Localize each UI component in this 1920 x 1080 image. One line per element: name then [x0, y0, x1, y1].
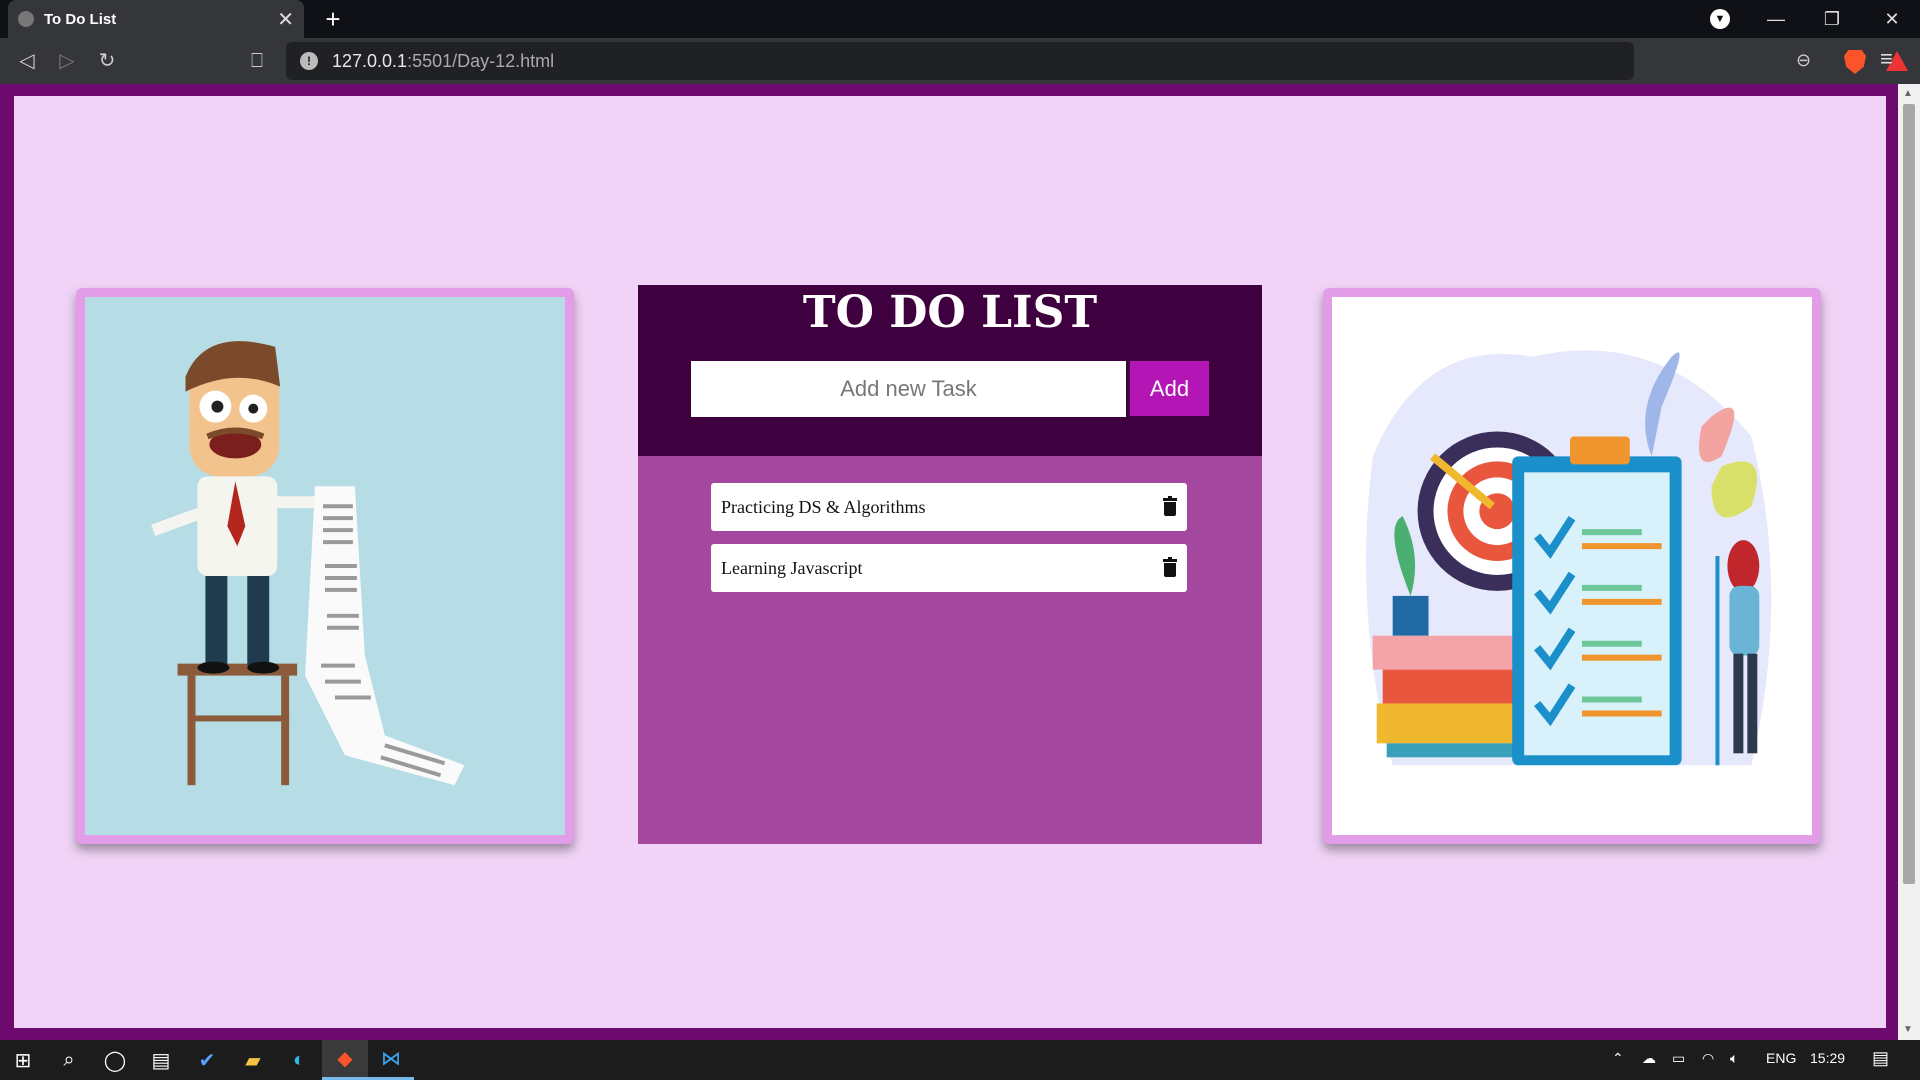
scroll-up-icon[interactable]: ▲: [1903, 88, 1913, 99]
browser-menu-icon[interactable]: ≡: [1880, 46, 1893, 72]
trash-icon[interactable]: [1163, 496, 1177, 516]
search-icon[interactable]: ⌕: [46, 1040, 92, 1080]
right-illustration-frame: [1323, 288, 1821, 844]
page-title: TO DO LIST: [802, 287, 1098, 338]
wifi-icon[interactable]: ◠: [1702, 1050, 1714, 1067]
new-tab-button[interactable]: +: [318, 4, 348, 34]
scrollbar-thumb[interactable]: [1903, 104, 1915, 884]
tab-title: To Do List: [44, 10, 117, 28]
tray-chevron-icon[interactable]: ⌃: [1612, 1050, 1624, 1067]
todo-header: TO DO LIST Add: [638, 285, 1262, 456]
checklist-illustration: [1332, 297, 1812, 835]
clock[interactable]: 15:29: [1810, 1050, 1845, 1066]
browser-tab[interactable]: To Do List ✕: [8, 0, 304, 38]
page-body: TO DO LIST Add Practicing DS & Algorithm…: [14, 96, 1886, 1028]
browser-tab-bar: To Do List ✕ + ▼ — ❐ ✕: [0, 0, 1920, 38]
tab-search-icon[interactable]: ▼: [1710, 9, 1730, 29]
address-bar[interactable]: ! 127.0.0.1:5501/Day-12.html ⊖: [286, 42, 1908, 80]
brave-shields-icon[interactable]: [1844, 50, 1866, 74]
windows-taskbar: ⊞ ⌕ ◯ ▤ ✔ ▰ ◐ ◆ ⋈ ⌃ ☁ ▭ ◠ 🔈︎ ENG 15:29 ▤: [0, 1040, 1920, 1080]
start-icon[interactable]: ⊞: [0, 1040, 46, 1080]
url-host: 127.0.0.1: [332, 50, 408, 71]
minimize-icon[interactable]: —: [1748, 0, 1804, 38]
url-path: :5501/Day-12.html: [407, 50, 555, 71]
reload-icon[interactable]: ↻: [92, 46, 122, 76]
battery-icon[interactable]: ▭: [1672, 1050, 1685, 1067]
file-explorer-icon[interactable]: ▰: [230, 1040, 276, 1080]
task-view-icon[interactable]: ▤: [138, 1040, 184, 1080]
back-icon[interactable]: ◁: [12, 46, 42, 76]
edge-icon[interactable]: ◐: [276, 1040, 322, 1080]
zoom-icon[interactable]: ⊖: [1796, 50, 1811, 71]
trash-icon[interactable]: [1163, 557, 1177, 577]
task-text: Practicing DS & Algorithms: [721, 496, 926, 517]
page-scrollbar[interactable]: ▲ ▼: [1898, 84, 1920, 1040]
scroll-down-icon[interactable]: ▼: [1903, 1024, 1913, 1035]
new-task-input[interactable]: [691, 361, 1126, 417]
site-info-icon[interactable]: !: [300, 52, 318, 70]
volume-icon[interactable]: 🔈︎: [1730, 1050, 1738, 1067]
add-task-button[interactable]: Add: [1130, 361, 1209, 416]
vscode-icon[interactable]: ⋈: [368, 1040, 414, 1080]
task-text: Learning Javascript: [721, 557, 863, 578]
language-indicator[interactable]: ENG: [1766, 1050, 1796, 1066]
browser-toolbar: ◁ ▷ ↻ ⎕ ! 127.0.0.1:5501/Day-12.html ⊖ ≡: [0, 38, 1920, 84]
task-item: Learning Javascript: [711, 544, 1187, 592]
overwhelmed-man-illustration: [85, 297, 565, 835]
todo-app-icon[interactable]: ✔: [184, 1040, 230, 1080]
left-illustration-frame: [76, 288, 574, 844]
globe-icon: [18, 11, 34, 27]
brave-taskbar-icon[interactable]: ◆: [322, 1040, 368, 1080]
task-item: Practicing DS & Algorithms: [711, 483, 1187, 531]
onedrive-icon[interactable]: ☁: [1642, 1050, 1656, 1067]
cortana-icon[interactable]: ◯: [92, 1040, 138, 1080]
forward-icon[interactable]: ▷: [52, 46, 82, 76]
window-close-icon[interactable]: ✕: [1864, 0, 1920, 38]
url-text[interactable]: 127.0.0.1:5501/Day-12.html: [332, 51, 1634, 72]
todo-panel: TO DO LIST Add Practicing DS & Algorithm…: [638, 285, 1262, 844]
tab-close-icon[interactable]: ✕: [277, 7, 294, 32]
notifications-icon[interactable]: ▤: [1872, 1048, 1889, 1069]
page-viewport: TO DO LIST Add Practicing DS & Algorithm…: [0, 84, 1898, 1040]
bookmark-icon[interactable]: ⎕: [242, 46, 272, 76]
restore-icon[interactable]: ❐: [1804, 0, 1860, 38]
